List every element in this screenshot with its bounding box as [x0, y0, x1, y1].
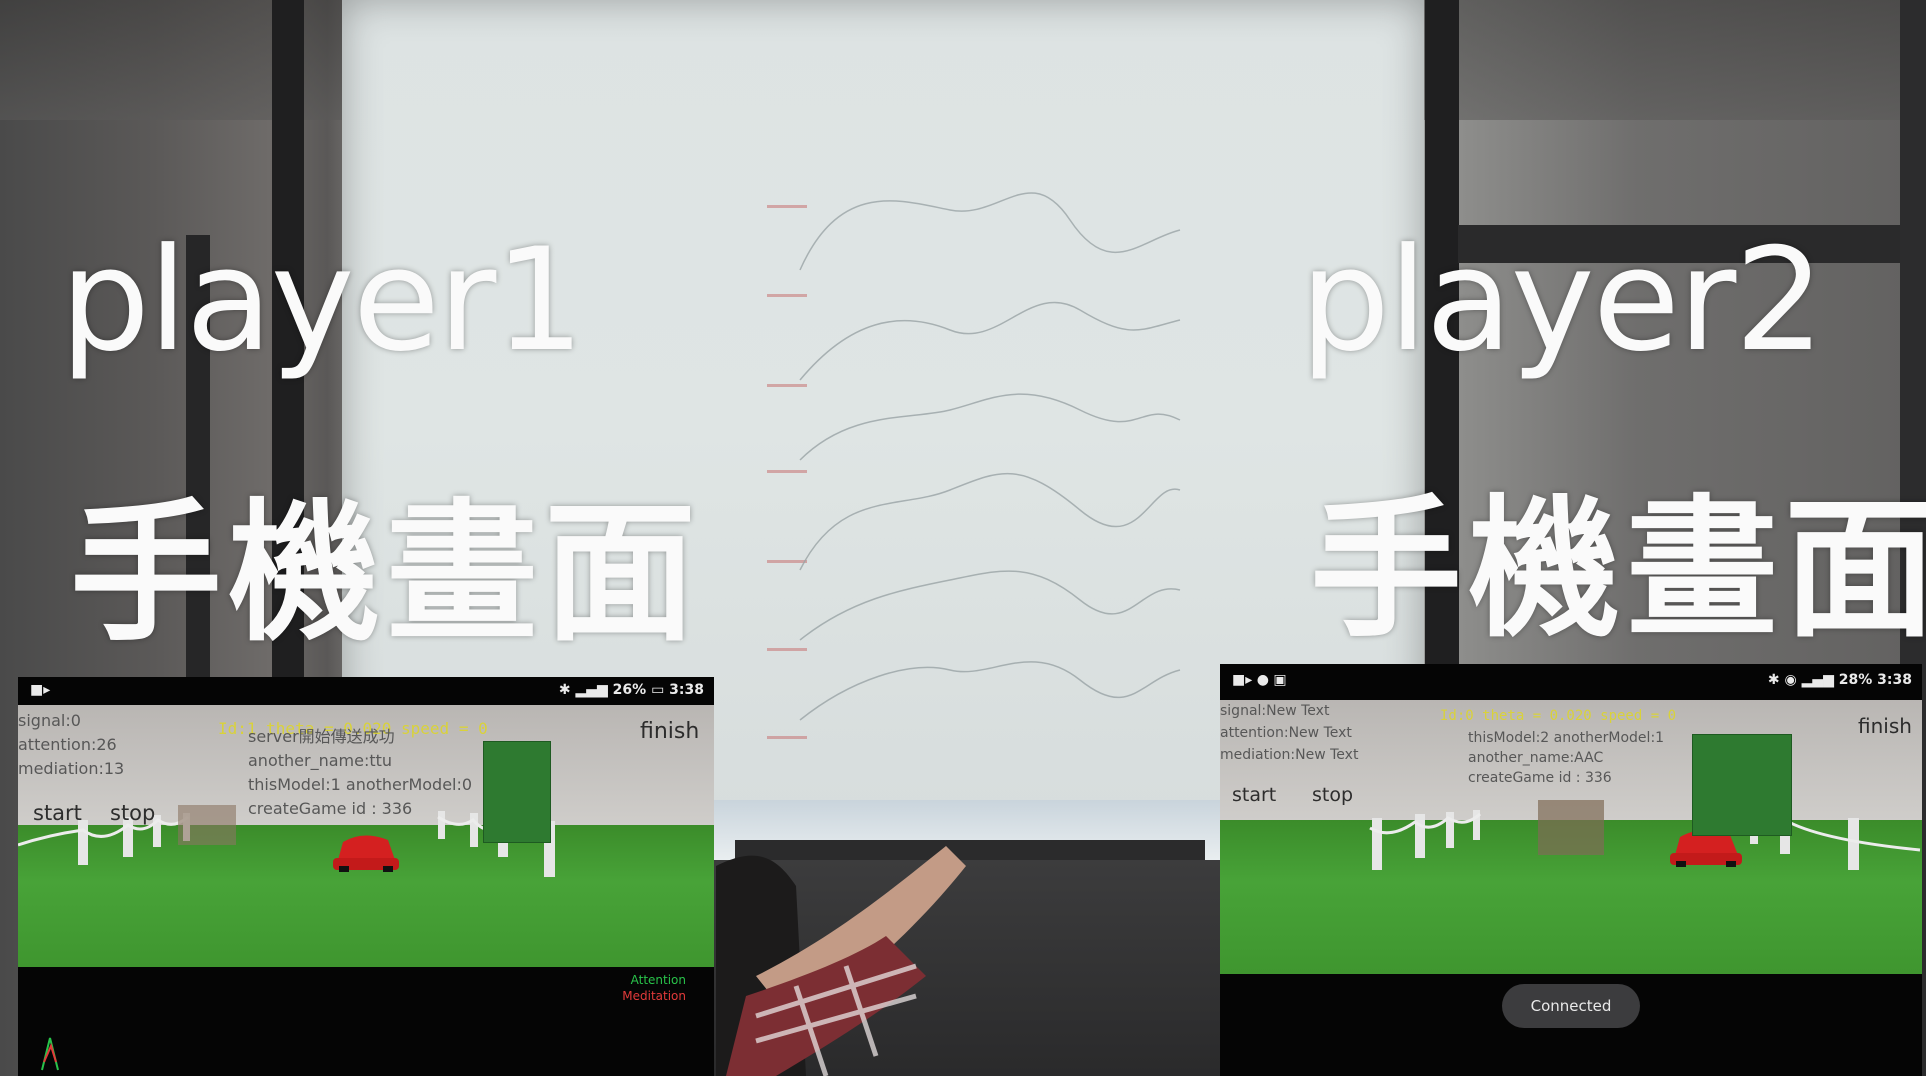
server-log-line: thisModel:2 anotherModel:1 — [1468, 730, 1665, 746]
player2-title: player2 — [1300, 218, 1825, 383]
eeg-trace — [41, 1037, 59, 1071]
start-button[interactable]: start — [33, 801, 82, 825]
server-log-line: another_name:ttu — [248, 751, 393, 770]
mediation-readout: mediation:New Text — [1220, 747, 1359, 763]
presenter-arm — [716, 846, 966, 1076]
status-time: 3:38 — [1877, 672, 1912, 688]
stop-button[interactable]: stop — [1312, 784, 1353, 806]
server-log-line: createGame id : 336 — [248, 799, 413, 818]
player2-caption: 手機畫面 — [1310, 481, 1926, 658]
meditation-legend: Meditation — [622, 989, 686, 1003]
signal-readout: signal:0 — [18, 711, 81, 730]
status-bar: ■▸ ● ▣ ✱ ◉ ▂▄▆ 28% 3:38 — [1220, 664, 1922, 700]
stop-button[interactable]: stop — [110, 801, 155, 825]
signal-readout: signal:New Text — [1220, 703, 1330, 719]
connected-toast: Connected — [1502, 984, 1640, 1028]
line-icon: ● — [1256, 672, 1269, 688]
player1-caption: 手機畫面 — [70, 485, 702, 662]
player1-phone-screen: ■▸ ✱ ▂▄▆ 26% ▭ 3:38 signal:0 attention:2… — [18, 677, 714, 1076]
finish-button[interactable]: finish — [640, 719, 699, 744]
server-log-line: server開始傳送成功 — [248, 727, 395, 746]
mediation-readout: mediation:13 — [18, 759, 125, 778]
status-bar: ■▸ ✱ ▂▄▆ 26% ▭ 3:38 — [18, 677, 714, 705]
finish-button[interactable]: finish — [1858, 714, 1912, 738]
server-log-line: createGame id : 336 — [1468, 770, 1612, 786]
server-log: thisModel:2 anotherModel:1 another_name:… — [1468, 728, 1664, 788]
server-log-line: thisModel:1 anotherModel:0 — [248, 775, 473, 794]
roadside-billboard — [1692, 734, 1792, 836]
eeg-graph-panel: Connected — [1220, 974, 1922, 1076]
server-log: server開始傳送成功 another_name:ttu thisModel:… — [248, 725, 472, 821]
player-car — [333, 835, 399, 872]
bluetooth-icon: ✱ — [558, 682, 571, 698]
battery-level: 28% — [1838, 672, 1873, 688]
server-log-line: another_name:AAC — [1468, 750, 1604, 766]
status-time: 3:38 — [669, 682, 704, 698]
attention-readout: attention:New Text — [1220, 725, 1352, 741]
bluetooth-icon: ✱ — [1767, 672, 1780, 688]
projected-line-chart — [799, 192, 1181, 721]
message-icon: ▣ — [1273, 672, 1287, 688]
battery-icon: ▭ — [651, 682, 665, 698]
hud-theta-speed: Id:0 theta = 0.020 speed = 0 — [1440, 708, 1677, 724]
camera-icon: ■▸ — [1232, 672, 1253, 688]
battery-level: 26% — [612, 682, 647, 698]
racing-game-view: signal:New Text attention:New Text media… — [1220, 700, 1922, 974]
roadside-billboard — [483, 741, 551, 843]
racing-game-view: signal:0 attention:26 mediation:13 Id:1 … — [18, 705, 714, 967]
start-button[interactable]: start — [1232, 784, 1276, 806]
sensor-readouts: signal:New Text attention:New Text media… — [1220, 700, 1358, 766]
eye-icon: ◉ — [1784, 672, 1797, 688]
camera-icon: ■▸ — [30, 682, 51, 698]
player1-title: player1 — [60, 218, 585, 383]
attention-readout: attention:26 — [18, 735, 117, 754]
attention-legend: Attention — [630, 973, 686, 987]
signal-icon: ▂▄▆ — [1801, 672, 1834, 688]
sensor-readouts: signal:0 attention:26 mediation:13 — [18, 709, 124, 781]
player2-phone-screen: ■▸ ● ▣ ✱ ◉ ▂▄▆ 28% 3:38 signal:New Text … — [1220, 664, 1922, 1076]
video-frame: player1 手機畫面 player2 手機畫面 ■▸ ✱ ▂▄▆ 26% ▭… — [0, 0, 1926, 1076]
signal-icon: ▂▄▆ — [575, 682, 608, 698]
eeg-graph-panel: Attention Meditation — [18, 967, 714, 1076]
